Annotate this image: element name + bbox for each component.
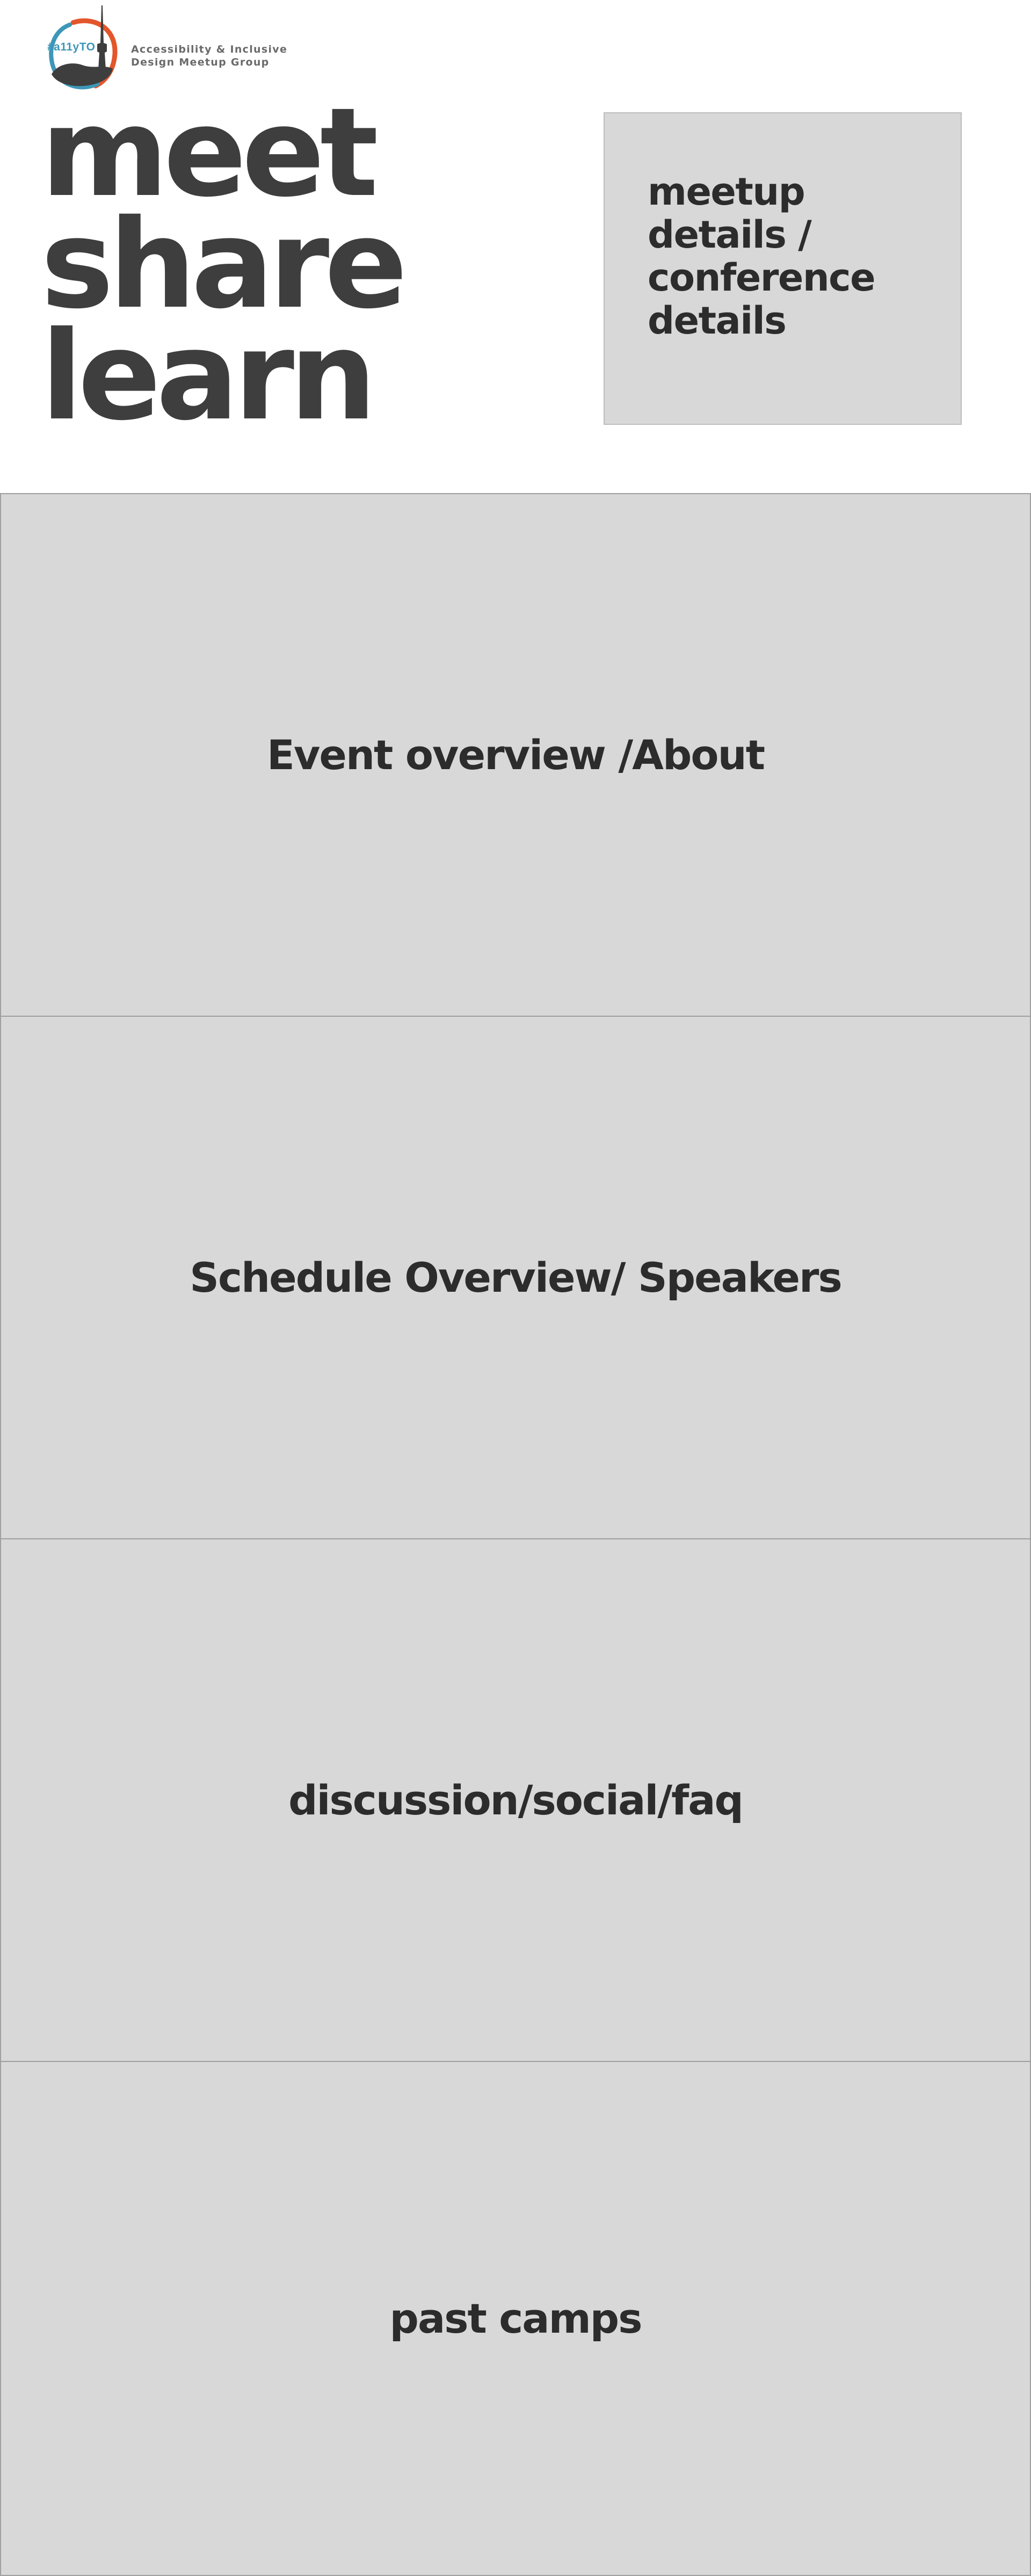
logo-tagline-line2: Design Meetup Group bbox=[131, 56, 270, 68]
section-title-schedule-overview: Schedule Overview/ Speakers bbox=[190, 1254, 842, 1301]
hero-word-share: share bbox=[41, 193, 408, 336]
hero-heading: meet share learn bbox=[41, 81, 524, 447]
section-title-discussion-social-faq: discussion/social/faq bbox=[288, 1776, 744, 1824]
hero-word-learn: learn bbox=[41, 305, 376, 447]
site-logo[interactable]: #a11yTO Accessibility & Inclusive Design… bbox=[42, 5, 289, 91]
logo-tagline: Accessibility & Inclusive Design Meetup … bbox=[131, 43, 287, 69]
logo-tagline-line1: Accessibility & Inclusive bbox=[131, 44, 288, 55]
logo-badge-text: #a11yTO bbox=[47, 41, 96, 53]
section-discussion-social-faq: discussion/social/faq bbox=[0, 1538, 1031, 2062]
section-title-past-camps: past camps bbox=[389, 2295, 643, 2342]
hero-word-meet: meet bbox=[41, 81, 379, 224]
meetup-details-text: meetup details / conference details bbox=[648, 170, 876, 343]
section-event-overview: Event overview /About bbox=[0, 493, 1031, 1017]
section-title-event-overview: Event overview /About bbox=[266, 731, 765, 779]
section-schedule-overview: Schedule Overview/ Speakers bbox=[0, 1016, 1031, 1539]
section-past-camps: past camps bbox=[0, 2061, 1031, 2576]
meetup-details-card: meetup details / conference details bbox=[604, 112, 962, 425]
cn-tower-logo-icon: #a11yTO bbox=[42, 5, 122, 91]
